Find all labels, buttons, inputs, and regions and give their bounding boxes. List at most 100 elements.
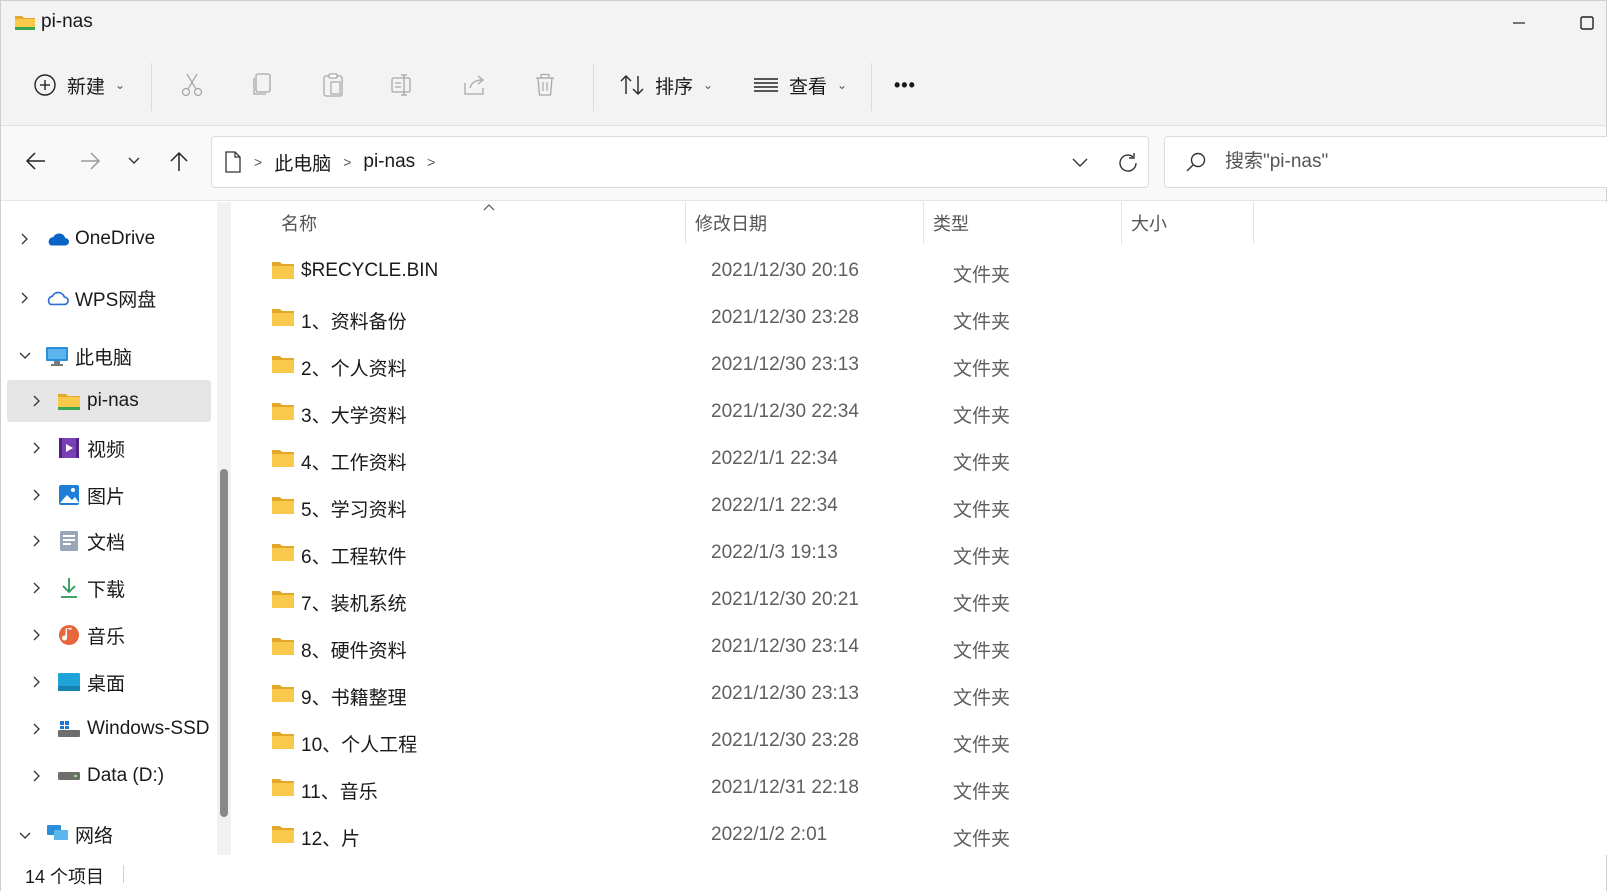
file-modified-date: 2022/1/1 22:34 (711, 495, 838, 516)
chevron-right-icon[interactable] (17, 290, 33, 306)
sidebar-item-label: 下载 (87, 579, 126, 601)
file-row[interactable]: 2、个人资料 2021/12/30 23:13 文件夹 (239, 342, 1279, 388)
file-modified-date: 2022/1/1 22:34 (711, 448, 838, 469)
file-row[interactable]: 3、大学资料 2021/12/30 22:34 文件夹 (239, 389, 1279, 435)
sort-button[interactable]: 排序 ⌄ (619, 63, 713, 107)
copy-button[interactable] (248, 71, 276, 99)
share-button[interactable] (460, 71, 488, 99)
column-divider[interactable] (923, 202, 924, 244)
more-options-button[interactable]: ••• (894, 63, 916, 107)
sidebar-item-data-drive[interactable]: Data (D:) (7, 755, 211, 797)
chevron-right-icon[interactable] (29, 580, 45, 596)
refresh-button[interactable] (1114, 149, 1142, 177)
search-box[interactable] (1164, 136, 1607, 188)
forward-button[interactable] (75, 146, 105, 176)
documents-icon (57, 530, 81, 552)
sidebar-item-label: Windows-SSD (87, 718, 210, 739)
arrow-up-icon (170, 151, 188, 171)
chevron-right-icon[interactable] (29, 487, 45, 503)
sidebar-item-onedrive[interactable]: OneDrive (7, 218, 211, 260)
sidebar-item-windows-ssd[interactable]: Windows-SSD (7, 708, 211, 750)
new-button[interactable]: 新建 ⌄ (33, 63, 125, 107)
column-header-type[interactable]: 类型 (933, 202, 969, 244)
chevron-right-icon[interactable] (29, 533, 45, 549)
file-row[interactable]: 4、工作资料 2022/1/1 22:34 文件夹 (239, 436, 1279, 482)
file-row[interactable]: 12、片 2022/1/2 2:01 文件夹 (239, 812, 1279, 855)
sidebar-item-label: 图片 (87, 486, 126, 508)
address-bar[interactable]: > 此电脑 > pi-nas > (211, 136, 1149, 188)
chevron-right-icon[interactable] (29, 768, 45, 784)
minimize-button[interactable] (1489, 1, 1549, 45)
chevron-right-icon[interactable] (29, 393, 45, 409)
back-button[interactable] (21, 146, 51, 176)
rename-button[interactable] (389, 71, 417, 99)
view-button[interactable]: 查看 ⌄ (753, 63, 847, 107)
file-row[interactable]: 5、学习资料 2022/1/1 22:34 文件夹 (239, 483, 1279, 529)
chevron-right-icon[interactable] (17, 231, 33, 247)
plus-circle-icon (34, 74, 56, 96)
file-row[interactable]: 1、资料备份 2021/12/30 23:28 文件夹 (239, 295, 1279, 341)
search-input[interactable] (1225, 149, 1585, 175)
up-button[interactable] (164, 146, 194, 176)
file-row[interactable]: 8、硬件资料 2021/12/30 23:14 文件夹 (239, 624, 1279, 670)
sidebar-item-label: 网络 (75, 826, 114, 847)
column-divider[interactable] (685, 202, 686, 244)
address-history-button[interactable] (1067, 150, 1093, 176)
file-type: 文件夹 (953, 312, 1011, 333)
column-header-modified[interactable]: 修改日期 (695, 202, 767, 244)
file-row[interactable]: 10、个人工程 2021/12/30 23:28 文件夹 (239, 718, 1279, 764)
breadcrumb-this-pc[interactable]: 此电脑 (274, 149, 331, 176)
file-row[interactable]: 11、音乐 2021/12/31 22:18 文件夹 (239, 765, 1279, 811)
sidebar-item-music[interactable]: 音乐 (7, 614, 211, 656)
file-type: 文件夹 (953, 641, 1011, 662)
column-header-name[interactable]: 名称 (281, 202, 317, 244)
sidebar-item-network[interactable]: 网络 (7, 814, 211, 854)
delete-button[interactable] (531, 71, 559, 99)
network-folder-icon (57, 390, 81, 412)
sidebar-item-this-pc[interactable]: 此电脑 (7, 335, 211, 377)
sidebar-item-documents[interactable]: 文档 (7, 520, 211, 562)
sidebar-item-wps-cloud[interactable]: WPS网盘 (7, 277, 211, 319)
column-divider[interactable] (1121, 202, 1122, 244)
sidebar-scrollbar-thumb[interactable] (220, 469, 228, 817)
chevron-down-icon[interactable] (17, 348, 33, 364)
file-row[interactable]: 7、装机系统 2021/12/30 20:21 文件夹 (239, 577, 1279, 623)
paste-button[interactable] (319, 71, 347, 99)
maximize-button[interactable] (1557, 1, 1607, 45)
cut-button[interactable] (178, 71, 206, 99)
sidebar-item-videos[interactable]: 视频 (7, 427, 211, 469)
file-type: 文件夹 (953, 406, 1011, 427)
windows-drive-icon (57, 718, 81, 740)
column-header-label: 大小 (1131, 214, 1167, 234)
file-name: 12、片 (301, 829, 361, 850)
file-name: 4、工作资料 (301, 453, 407, 474)
breadcrumb-chevron-icon[interactable]: > (343, 154, 351, 170)
sidebar-item-downloads[interactable]: 下载 (7, 567, 211, 609)
breadcrumb-chevron-icon[interactable]: > (427, 154, 435, 170)
chevron-right-icon[interactable] (29, 627, 45, 643)
file-row[interactable]: 9、书籍整理 2021/12/30 23:13 文件夹 (239, 671, 1279, 717)
file-name: 3、大学资料 (301, 406, 407, 427)
folder-icon (272, 309, 294, 326)
folder-app-icon (15, 16, 35, 30)
chevron-right-icon[interactable] (29, 721, 45, 737)
sidebar-item-label: 桌面 (87, 673, 126, 695)
column-header-size[interactable]: 大小 (1131, 202, 1167, 244)
sidebar-item-desktop[interactable]: 桌面 (7, 661, 211, 703)
file-modified-date: 2021/12/31 22:18 (711, 777, 859, 798)
chevron-right-icon[interactable] (29, 674, 45, 690)
command-bar: 新建 ⌄ 排序 ⌄ 查看 ⌄ ••• (1, 45, 1606, 126)
chevron-right-icon[interactable] (29, 440, 45, 456)
chevron-down-icon[interactable] (17, 828, 33, 844)
chevron-down-icon: ⌄ (837, 78, 848, 92)
sidebar-item-pi-nas[interactable]: pi-nas (7, 380, 211, 422)
file-type: 文件夹 (953, 453, 1011, 474)
column-divider[interactable] (1253, 202, 1254, 244)
video-icon (57, 437, 81, 459)
file-row[interactable]: $RECYCLE.BIN 2021/12/30 20:16 文件夹 (239, 248, 1279, 294)
breadcrumb-pi-nas[interactable]: pi-nas (363, 151, 415, 173)
folder-icon (272, 732, 294, 749)
file-row[interactable]: 6、工程软件 2022/1/3 19:13 文件夹 (239, 530, 1279, 576)
recent-locations-button[interactable] (119, 146, 149, 176)
sidebar-item-pictures[interactable]: 图片 (7, 474, 211, 516)
